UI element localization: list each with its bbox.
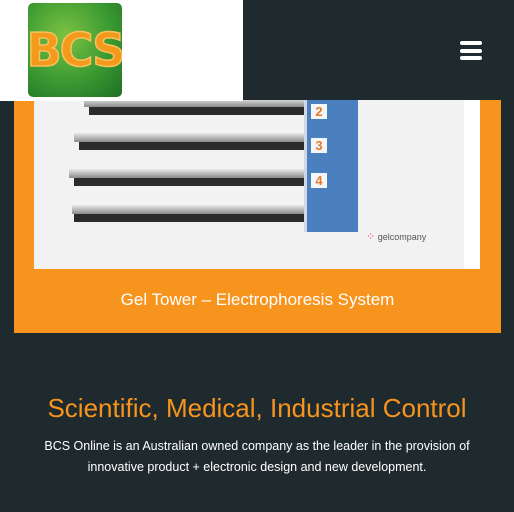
drawer-number: 3 bbox=[311, 138, 327, 153]
brand-dots-icon: ⁘ bbox=[366, 231, 376, 243]
tower-cabinet: 2 3 4 bbox=[304, 98, 358, 232]
drawer-number: 4 bbox=[311, 173, 327, 188]
site-header: BCS bbox=[0, 0, 514, 101]
section-description: BCS Online is an Australian owned compan… bbox=[44, 439, 470, 474]
brand-label: gelcompany bbox=[377, 232, 427, 242]
bcs-logo[interactable]: BCS bbox=[28, 3, 122, 97]
logo-container[interactable]: BCS bbox=[0, 0, 243, 101]
menu-bar bbox=[460, 41, 482, 45]
hamburger-menu-icon[interactable] bbox=[460, 41, 482, 60]
drawer-tray bbox=[74, 133, 319, 142]
logo-text: BCS bbox=[28, 22, 122, 78]
drawer-number: 2 bbox=[311, 104, 327, 119]
menu-bar bbox=[460, 48, 482, 53]
brand-mark: ⁘ gelcompany bbox=[366, 230, 426, 243]
slide-caption[interactable]: Gel Tower – Electrophoresis System bbox=[14, 290, 501, 310]
drawer-tray bbox=[72, 205, 319, 214]
section-headline: Scientific, Medical, Industrial Control bbox=[47, 393, 467, 423]
menu-bar bbox=[460, 56, 482, 60]
drawer-tray bbox=[69, 169, 319, 178]
